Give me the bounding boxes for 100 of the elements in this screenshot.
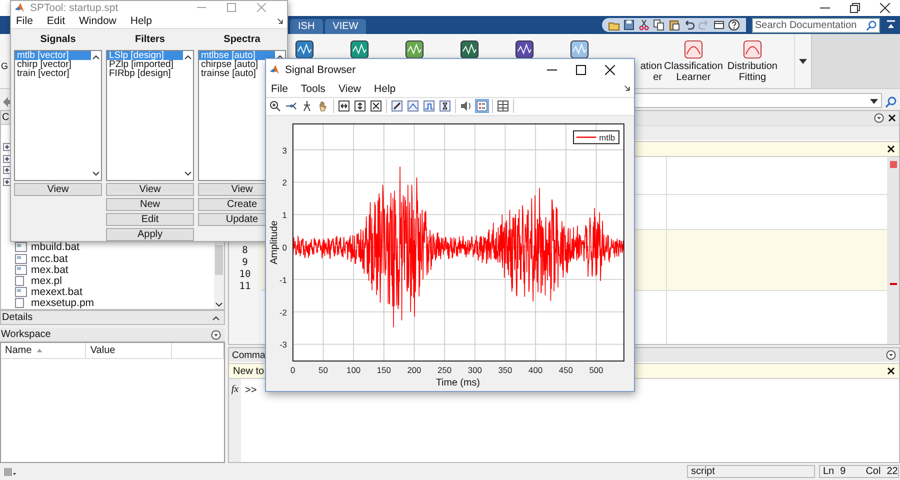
list-item[interactable]: chirp [vector] xyxy=(15,60,74,69)
action-button[interactable]: View xyxy=(106,183,194,196)
step-button[interactable] xyxy=(422,99,436,114)
ribbon-tab[interactable]: VIEW xyxy=(324,19,366,34)
list-item[interactable]: PZlp [imported] xyxy=(107,60,176,69)
cut-icon[interactable] xyxy=(638,19,650,31)
legend-button[interactable] xyxy=(475,99,489,114)
save-icon[interactable] xyxy=(623,19,635,31)
list-item[interactable]: chirpse [auto] xyxy=(199,60,260,69)
panel-title: Comma xyxy=(232,350,266,360)
app-icon[interactable] xyxy=(350,40,370,59)
folder-listing-row[interactable]: mbuild.bat xyxy=(15,242,214,254)
close-icon[interactable] xyxy=(880,3,890,13)
peak-icon xyxy=(407,100,419,112)
app-button[interactable]: Distribution Fitting xyxy=(724,34,780,88)
expand-icon[interactable] xyxy=(3,166,11,174)
app-button[interactable]: Classification Learner xyxy=(662,34,725,88)
search-field[interactable]: Search Documentation xyxy=(752,18,880,32)
action-button[interactable]: Edit xyxy=(106,213,194,226)
panel-menu-icon[interactable] xyxy=(211,330,221,340)
dock-arrow-icon[interactable] xyxy=(277,18,284,25)
fit-height-button[interactable] xyxy=(353,99,367,114)
tick-label: 3 xyxy=(282,146,287,156)
line-number: 10 xyxy=(239,269,251,281)
folder-listing-row[interactable]: mex.bat xyxy=(15,264,214,276)
function-browser-button[interactable]: fx xyxy=(231,384,239,396)
menu-item[interactable]: View xyxy=(338,82,362,95)
menu-item[interactable]: File xyxy=(271,82,288,95)
status-menu-icon[interactable] xyxy=(4,466,18,476)
window-title: Signal Browser xyxy=(285,64,357,76)
vertical-arrows-icon xyxy=(354,100,366,112)
caret-down-icon[interactable] xyxy=(92,170,100,178)
menu-item[interactable]: Window xyxy=(79,15,116,28)
script-document-icon xyxy=(15,264,27,275)
tick-label: 450 xyxy=(558,365,573,376)
caret-up-icon[interactable] xyxy=(212,314,220,322)
list-item[interactable]: trainse [auto] xyxy=(199,69,258,78)
action-button[interactable]: New xyxy=(106,198,194,211)
close-icon[interactable] xyxy=(605,64,615,75)
fit-all-button[interactable] xyxy=(369,99,383,114)
app-icon[interactable] xyxy=(570,40,590,59)
collapse-icon[interactable] xyxy=(886,20,896,30)
menu-item[interactable]: Edit xyxy=(46,15,66,28)
app-button[interactable]: ation er xyxy=(640,34,662,88)
undo-icon[interactable] xyxy=(683,19,695,31)
search-icon[interactable] xyxy=(885,96,897,108)
list-item[interactable]: FIRbp [design] xyxy=(107,69,173,78)
zoom-in-button[interactable] xyxy=(268,99,282,114)
close-icon[interactable] xyxy=(887,367,895,375)
window-icon[interactable] xyxy=(713,19,725,31)
grid-button[interactable] xyxy=(496,99,510,114)
restore-icon[interactable] xyxy=(850,3,860,13)
paste-icon[interactable] xyxy=(668,19,680,31)
speaker-button[interactable] xyxy=(459,99,473,114)
bracket-button[interactable] xyxy=(438,99,452,114)
list-item[interactable]: train [vector] xyxy=(15,69,72,78)
close-icon[interactable] xyxy=(887,145,895,153)
copy-icon[interactable] xyxy=(653,19,665,31)
expand-icon[interactable] xyxy=(3,143,11,151)
menu-item[interactable]: Help xyxy=(130,15,152,28)
column-title: Filters xyxy=(134,34,166,45)
ribbon-tab[interactable]: ISH xyxy=(290,19,323,34)
dock-arrow-icon[interactable] xyxy=(624,85,631,92)
caret-icon[interactable] xyxy=(870,96,878,104)
caret-down-icon[interactable] xyxy=(184,170,192,178)
menu-item[interactable]: File xyxy=(16,15,33,28)
folder-listing-row[interactable]: mex.pl xyxy=(15,275,214,287)
warning-marker[interactable] xyxy=(890,283,896,285)
script-document-icon xyxy=(15,254,27,264)
scrollbar-thumb[interactable] xyxy=(215,245,223,275)
folder-listing-row[interactable]: mexext.bat xyxy=(15,286,214,298)
folder-listing-row[interactable]: mcc.bat xyxy=(15,253,214,264)
error-indicator-icon[interactable] xyxy=(890,161,896,168)
tick-label: 300 xyxy=(468,365,482,376)
app-icon[interactable] xyxy=(515,40,534,59)
fit-width-button[interactable] xyxy=(337,99,351,114)
app-icon[interactable] xyxy=(405,40,424,59)
action-button[interactable]: View xyxy=(14,183,102,196)
app-icon[interactable] xyxy=(460,40,480,59)
caret-up-icon[interactable] xyxy=(184,53,192,61)
app-icon[interactable] xyxy=(295,40,314,59)
peak-button[interactable] xyxy=(406,99,420,114)
menu-item[interactable]: Help xyxy=(374,82,396,95)
expand-icon[interactable] xyxy=(3,154,11,162)
pencil-button[interactable] xyxy=(390,99,404,114)
expand-icon[interactable] xyxy=(3,178,11,186)
legend-icon xyxy=(476,100,488,112)
panel-menu-icon[interactable] xyxy=(874,113,884,123)
column-header[interactable]: Value xyxy=(86,343,172,358)
folder-listing-row[interactable]: mexsetup.pm xyxy=(15,298,214,309)
close-icon[interactable] xyxy=(888,114,896,122)
caret-up-icon[interactable] xyxy=(92,53,100,61)
maximize-icon[interactable] xyxy=(576,64,586,75)
action-button[interactable]: Apply xyxy=(106,228,194,241)
column-header[interactable]: Name xyxy=(1,343,86,358)
search-icon[interactable] xyxy=(866,20,877,30)
panel-menu-icon[interactable] xyxy=(886,350,896,360)
menu-item[interactable]: Tools xyxy=(300,82,326,95)
help-icon[interactable] xyxy=(728,19,740,31)
caret-icon[interactable] xyxy=(215,301,223,309)
